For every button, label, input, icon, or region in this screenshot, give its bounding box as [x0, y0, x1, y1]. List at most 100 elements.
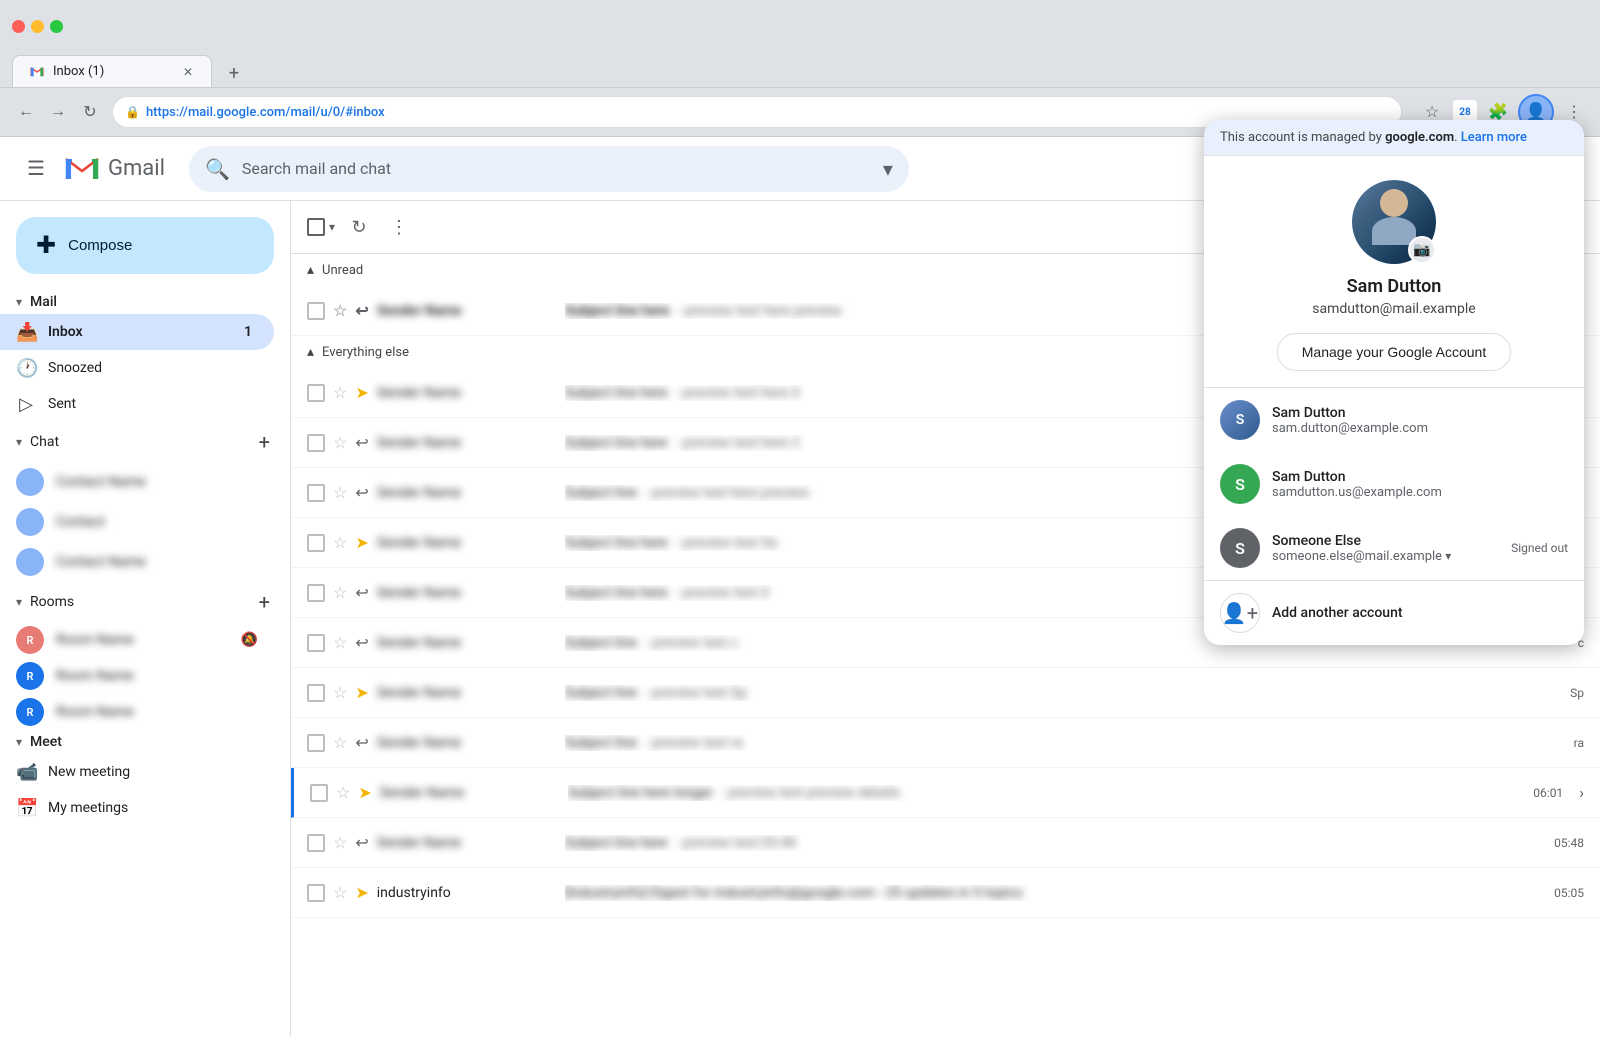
url-domain: mail.google.com: [188, 105, 285, 120]
email-checkbox[interactable]: [307, 484, 325, 502]
back-btn[interactable]: ←: [12, 98, 40, 126]
rooms-section-toggle[interactable]: ▾ Rooms: [16, 594, 74, 610]
account-name-1: Sam Dutton: [1272, 405, 1568, 421]
meet-section-header[interactable]: ▾ Meet: [0, 730, 290, 754]
compose-btn[interactable]: ✚ Compose: [16, 217, 274, 274]
email-checkbox[interactable]: [307, 434, 325, 452]
email-sender: industryinfo: [377, 885, 557, 901]
chat-name-3: Contact Name: [56, 554, 146, 570]
sidebar-item-my-meetings[interactable]: 📅 My meetings: [0, 790, 274, 826]
table-row[interactable]: ☆ ➤ Sender Name Subject line - preview t…: [291, 668, 1600, 718]
more-options-btn[interactable]: ⋮: [381, 209, 417, 245]
email-sender: Sender Name: [377, 385, 557, 401]
account-profile: 📷 Sam Dutton samdutton@mail.example Mana…: [1204, 156, 1584, 387]
mail-section-header[interactable]: ▾ Mail: [0, 290, 290, 314]
email-body: [Industryinfo] Digest for industryinfo@g…: [565, 885, 1546, 901]
learn-more-link[interactable]: Learn more: [1461, 130, 1527, 145]
email-checkbox[interactable]: [307, 302, 325, 320]
gmail-favicon: [29, 64, 45, 80]
tab-close-btn[interactable]: ✕: [181, 63, 195, 81]
email-checkbox[interactable]: [307, 884, 325, 902]
email-body: Subject line - preview text Sp: [565, 685, 1562, 701]
rooms-section-label: Rooms: [30, 594, 74, 610]
chat-name-1: Contact Name: [56, 474, 146, 490]
chat-section-toggle[interactable]: ▾ Chat: [16, 434, 59, 450]
search-expand-icon[interactable]: ▾: [883, 157, 893, 181]
sidebar-item-snoozed[interactable]: 🕐 Snoozed: [0, 350, 274, 386]
email-star-icon[interactable]: ☆: [333, 883, 347, 902]
expand-icon[interactable]: ›: [1579, 783, 1584, 802]
meet-chevron-icon: ▾: [16, 735, 22, 749]
chat-chevron-icon: ▾: [16, 435, 22, 449]
forward-btn[interactable]: →: [44, 98, 72, 126]
sidebar-item-inbox[interactable]: 📥 Inbox 1: [0, 314, 274, 350]
active-tab[interactable]: Inbox (1) ✕: [12, 55, 212, 87]
email-checkbox[interactable]: [307, 684, 325, 702]
email-star-icon[interactable]: ☆: [333, 633, 347, 652]
select-all-group: ▾: [307, 218, 337, 236]
room-item-2[interactable]: R Room Name: [0, 658, 274, 694]
email-checkbox[interactable]: [307, 534, 325, 552]
email-sender: Sender Name: [377, 835, 557, 851]
email-forward-icon: ➤: [355, 883, 368, 902]
add-account-item[interactable]: 👤+ Add another account: [1204, 580, 1584, 645]
room-item-3[interactable]: R Room Name: [0, 694, 274, 730]
close-window-btn[interactable]: [12, 20, 25, 33]
email-checkbox[interactable]: [310, 784, 328, 802]
new-tab-btn[interactable]: +: [220, 59, 248, 87]
email-star-icon[interactable]: ☆: [333, 833, 347, 852]
email-sender: Sender Name: [380, 785, 560, 801]
rooms-chevron-icon: ▾: [16, 595, 22, 609]
email-checkbox[interactable]: [307, 584, 325, 602]
account-avatar-3: S: [1220, 528, 1260, 568]
search-bar[interactable]: 🔍 Search mail and chat ▾: [189, 146, 909, 192]
table-row[interactable]: ☆ ↩ Sender Name Subject line here - prev…: [291, 818, 1600, 868]
hamburger-menu-btn[interactable]: ☰: [16, 149, 56, 189]
email-preview: - preview text here 2: [675, 435, 799, 451]
manage-account-btn[interactable]: Manage your Google Account: [1277, 333, 1511, 371]
sidebar-item-new-meeting[interactable]: 📹 New meeting: [0, 754, 274, 790]
search-input[interactable]: Search mail and chat: [242, 159, 871, 178]
select-all-checkbox[interactable]: [307, 218, 325, 236]
email-star-icon[interactable]: ☆: [333, 683, 347, 702]
email-star-icon[interactable]: ☆: [333, 733, 347, 752]
account-item-3[interactable]: S Someone Else someone.else@mail.example…: [1204, 516, 1584, 580]
account-info-1: Sam Dutton sam.dutton@example.com: [1272, 405, 1568, 436]
add-room-btn[interactable]: +: [255, 586, 274, 618]
email-time: Sp: [1570, 686, 1584, 700]
email-checkbox[interactable]: [307, 384, 325, 402]
email-checkbox[interactable]: [307, 834, 325, 852]
select-dropdown-chevron[interactable]: ▾: [327, 218, 337, 236]
room-item-1[interactable]: R Room Name 🔕: [0, 622, 274, 658]
email-reply-icon: ↩: [355, 633, 368, 652]
table-row[interactable]: ☆ ➤ Sender Name Subject line here longer…: [291, 768, 1600, 818]
email-star-icon[interactable]: ☆: [336, 783, 350, 802]
table-row[interactable]: ☆ ➤ industryinfo [Industryinfo] Digest f…: [291, 868, 1600, 918]
add-chat-btn[interactable]: +: [255, 426, 274, 458]
refresh-btn[interactable]: ↻: [76, 98, 104, 126]
email-preview: - preview text here preview: [645, 485, 809, 501]
email-star-icon[interactable]: ☆: [333, 533, 347, 552]
sidebar-item-sent[interactable]: ▷ Sent: [0, 386, 274, 422]
account-item-2[interactable]: S Sam Dutton samdutton.us@example.com: [1204, 452, 1584, 516]
chat-contact-1[interactable]: Contact Name: [0, 462, 274, 502]
email-checkbox[interactable]: [307, 734, 325, 752]
chat-contact-3[interactable]: Contact Name: [0, 542, 274, 582]
refresh-emails-btn[interactable]: ↻: [341, 209, 377, 245]
email-star-icon[interactable]: ☆: [333, 483, 347, 502]
chat-avatar-2: [16, 508, 44, 536]
email-star-icon[interactable]: ☆: [333, 583, 347, 602]
email-star-icon[interactable]: ☆: [333, 433, 347, 452]
minimize-window-btn[interactable]: [31, 20, 44, 33]
chat-contact-2[interactable]: Contact: [0, 502, 274, 542]
chat-section-label: Chat: [30, 434, 59, 450]
email-star-icon[interactable]: ☆: [333, 301, 347, 320]
email-forward-icon: ➤: [355, 533, 368, 552]
edit-photo-btn[interactable]: 📷: [1408, 236, 1436, 264]
table-row[interactable]: ☆ ↩ Sender Name Subject line - preview t…: [291, 718, 1600, 768]
email-star-icon[interactable]: ☆: [333, 383, 347, 402]
maximize-window-btn[interactable]: [50, 20, 63, 33]
account-item-1[interactable]: S Sam Dutton sam.dutton@example.com: [1204, 388, 1584, 452]
compose-label: Compose: [68, 237, 132, 254]
email-checkbox[interactable]: [307, 634, 325, 652]
